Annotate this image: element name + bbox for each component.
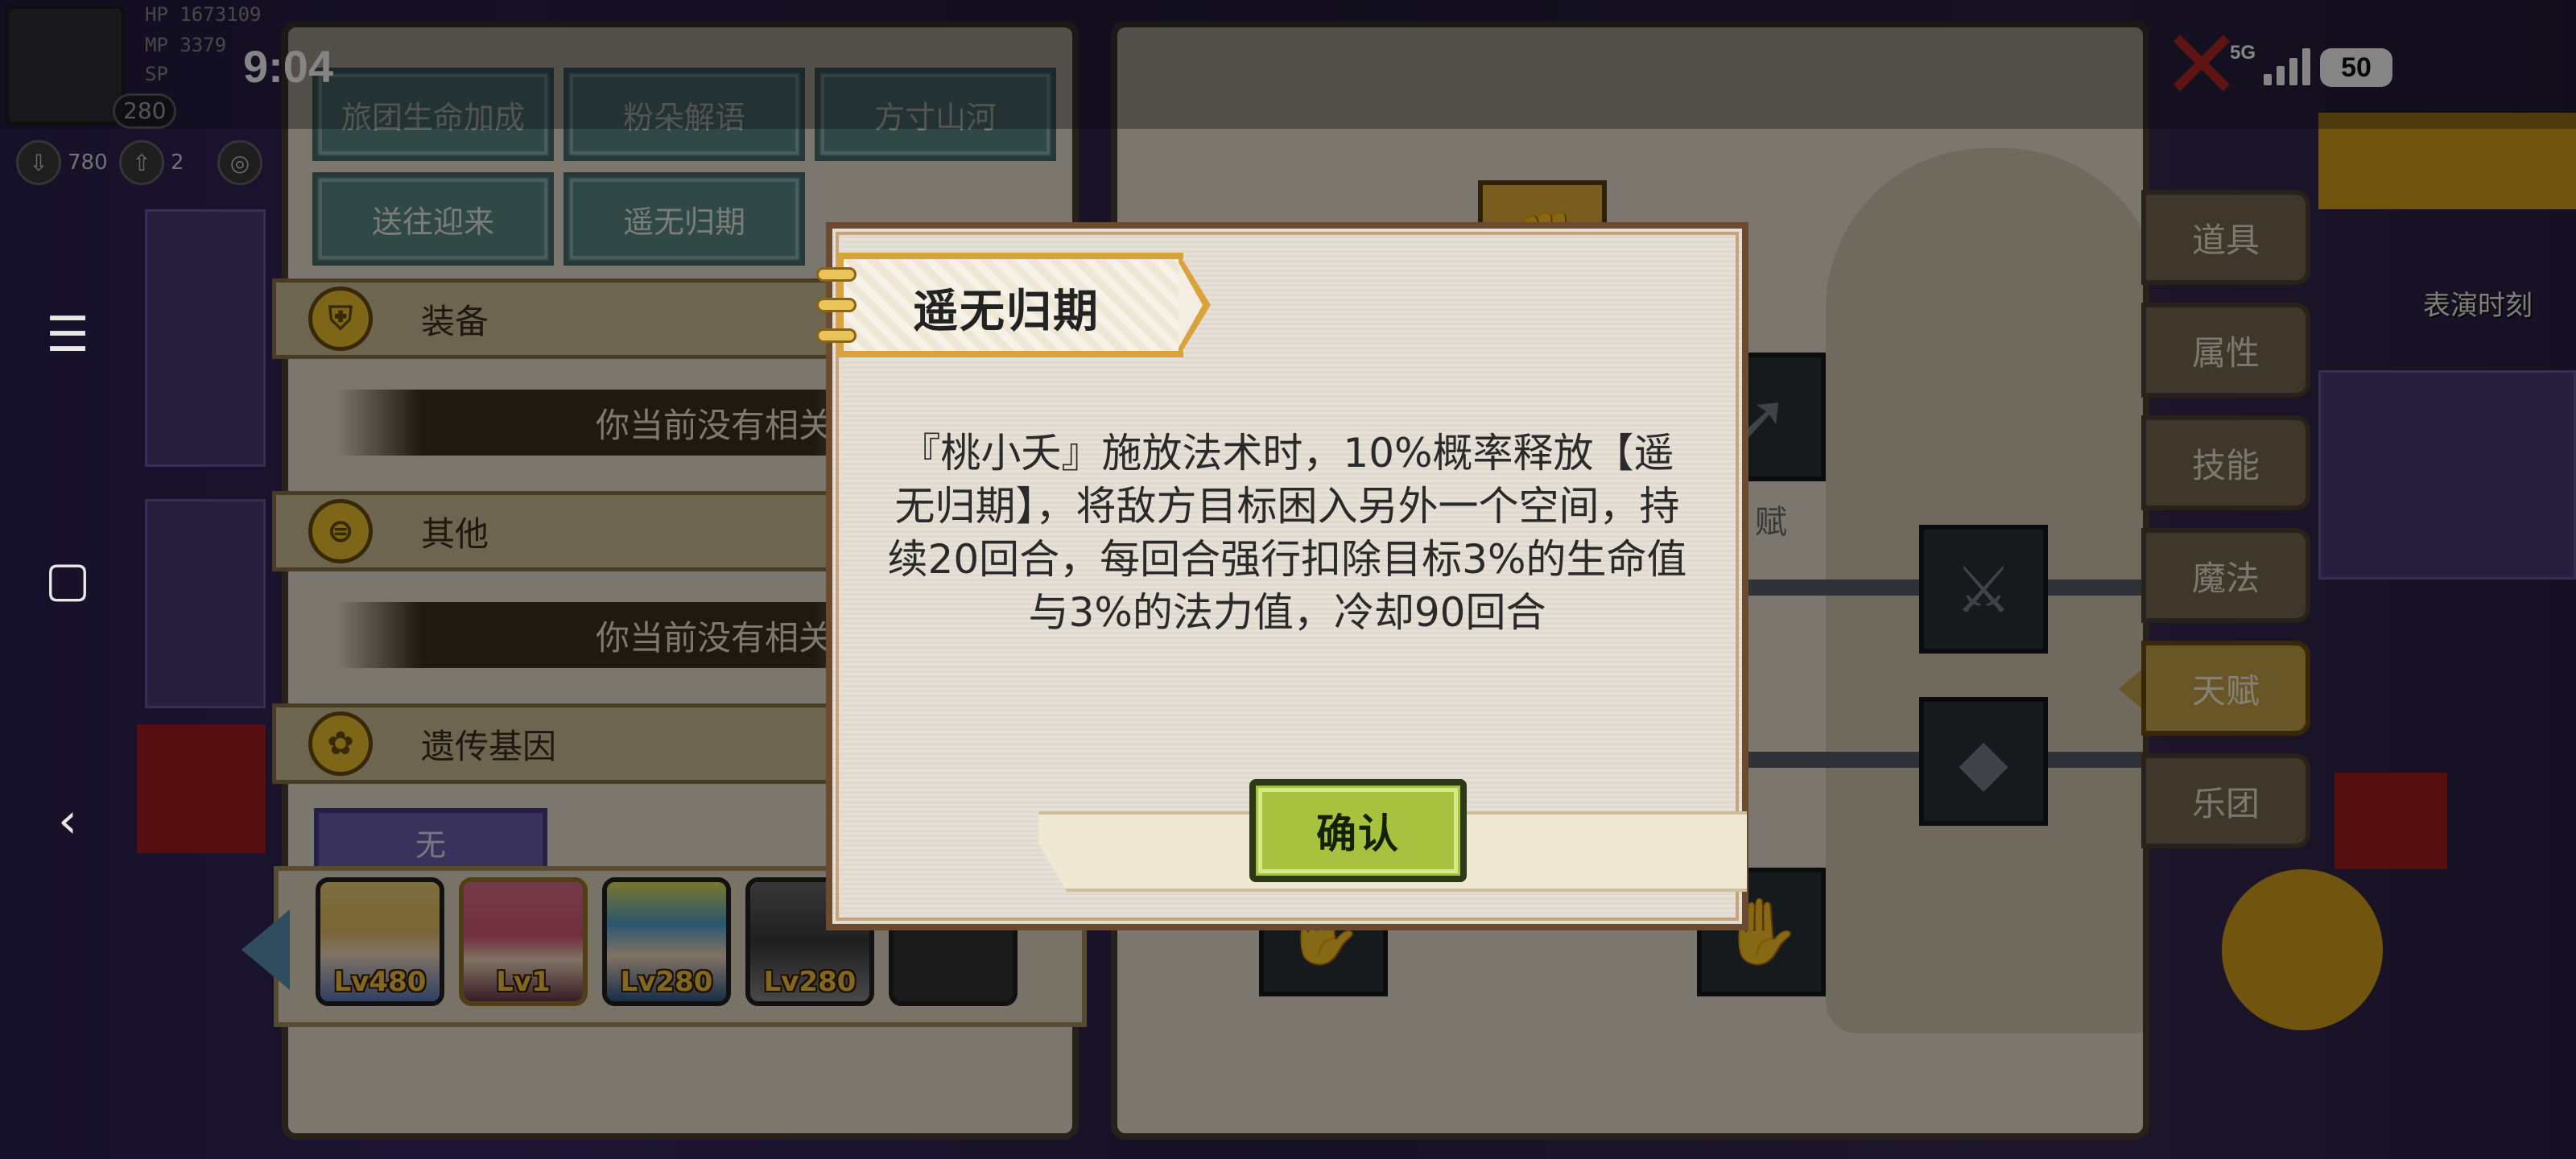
- square-icon[interactable]: ▢: [35, 547, 100, 612]
- android-nav-bar: ☰ ▢ ‹: [0, 0, 137, 1159]
- menu-icon[interactable]: ☰: [35, 303, 100, 367]
- back-icon[interactable]: ‹: [35, 789, 100, 853]
- trait-detail-dialog: 遥无归期 『桃小夭』施放法术时，10%概率释放【遥无归期】，将敌方目标困入另外一…: [816, 222, 1748, 930]
- spiral-ring-icon: [816, 267, 857, 282]
- dialog-title-banner: 遥无归期: [816, 253, 1219, 357]
- dialog-title: 遥无归期: [913, 286, 1100, 338]
- banner-tip-inner: [1179, 262, 1203, 348]
- confirm-button[interactable]: 确认: [1249, 779, 1467, 882]
- spiral-ring-icon: [816, 298, 857, 312]
- dialog-description: 『桃小夭』施放法术时，10%概率释放【遥无归期】，将敌方目标困入另外一个空间，持…: [887, 430, 1687, 636]
- spiral-ring-icon: [816, 328, 857, 343]
